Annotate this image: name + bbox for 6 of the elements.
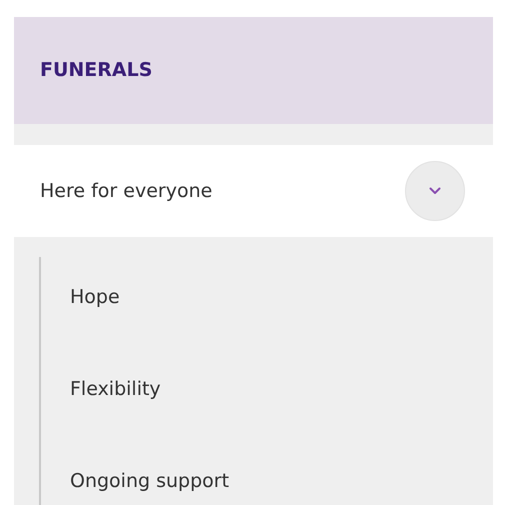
- menu-link[interactable]: Here for everyone: [40, 176, 212, 206]
- submenu-link[interactable]: Flexibility: [70, 378, 161, 400]
- section-title: FUNERALS: [40, 58, 152, 84]
- chevron-icon: [429, 187, 441, 195]
- submenu-link[interactable]: Hope: [70, 286, 120, 308]
- submenu-link[interactable]: Ongoing support: [70, 470, 230, 492]
